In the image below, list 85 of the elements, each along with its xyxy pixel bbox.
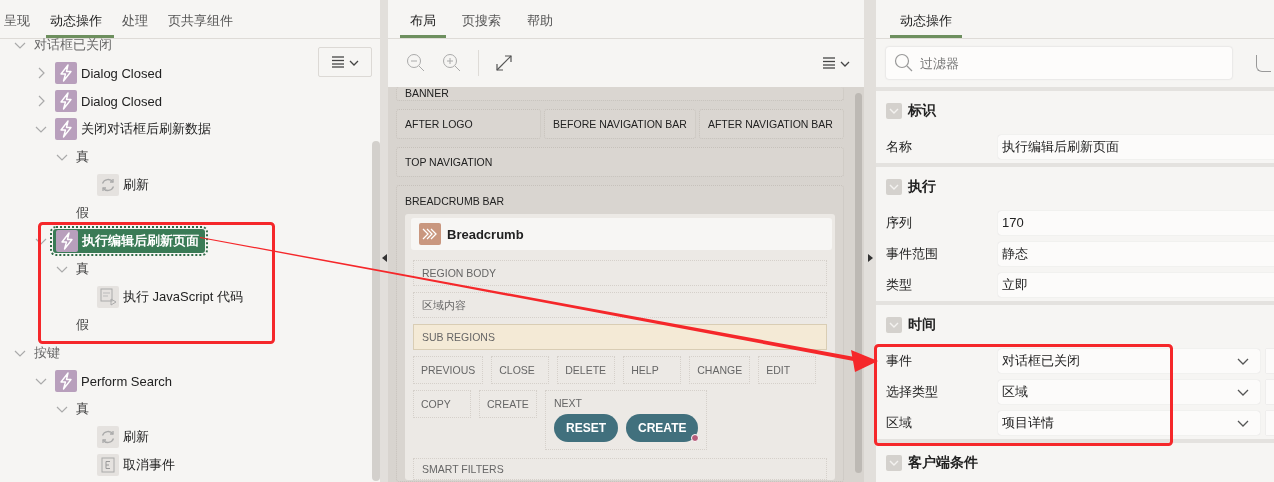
refresh-icon [97,174,119,196]
search-icon [894,53,914,73]
refresh-icon [97,426,119,448]
tree-item[interactable]: Perform Search [53,369,175,393]
pill-button[interactable]: CREATE [626,414,699,442]
filter-field[interactable]: 过滤器 [886,47,1232,79]
expand-icon[interactable] [495,54,513,72]
layout-slot[interactable]: SMART FILTERS [413,458,827,480]
tree-item[interactable]: 按键 [32,341,62,365]
select-field[interactable]: 对话框已关闭 [998,348,1260,373]
field-label: 类型 [886,275,913,294]
tab[interactable]: 帮助 [517,0,563,38]
button-slot: DELETE [557,356,616,384]
button-slot: CLOSE [491,356,550,384]
layout-slot[interactable]: TOP NAVIGATION [396,147,844,177]
scrollbar[interactable] [372,141,380,481]
button-slot[interactable]: NEXT RESET CREATE [545,390,708,450]
select-field[interactable]: 项目详情 [998,410,1260,435]
lightning-icon [56,230,78,252]
tree-item[interactable]: 执行 JavaScript 代码 [95,285,245,309]
zoom-in-icon[interactable] [442,53,462,73]
tree-item[interactable]: 关闭对话框后刷新数据 [53,117,213,141]
view-menu-button[interactable] [822,54,850,72]
breadcrumb-icon [419,223,441,245]
tab[interactable]: 页共享组件 [164,0,245,38]
field-label: 事件 [886,351,913,370]
region-card[interactable]: Breadcrumb REGION BODY 区域内容 SUB REGIONS PREVIOUS CLOSE DELETE HELP CHANGE EDIT COPY CREATE NEXT RESET CREATE SMART FILTERS [405,214,835,480]
container-label: BREADCRUMB BAR [405,194,506,208]
button-slot: CREATE [479,390,537,418]
menu-icon [822,54,850,72]
text-field[interactable]: 170 [998,210,1274,235]
tab[interactable]: 动态操作 [46,0,114,38]
tree-item[interactable]: 执行编辑后刷新页面 [53,229,205,253]
slot-label: NEXT [554,397,583,409]
field-label: 名称 [886,137,913,156]
field-label: 区域 [886,413,913,432]
layout-slot[interactable]: BANNER [396,87,844,101]
zoom-out-icon[interactable] [406,53,426,73]
tab[interactable]: 页搜索 [452,0,511,38]
text-field[interactable]: 执行编辑后刷新页面 [998,134,1274,159]
layout-slot[interactable]: BEFORE NAVIGATION BAR [544,109,696,139]
scrollbar[interactable] [855,93,862,473]
tree-item[interactable]: 刷新 [95,173,151,197]
field-label: 事件范围 [886,244,939,263]
section-title: 执行 [908,178,936,196]
lightning-icon [55,90,77,112]
tab[interactable]: 处理 [118,0,160,38]
layout-slot[interactable]: REGION BODY [413,260,827,286]
section-title: 时间 [908,316,936,334]
tree-item[interactable]: Dialog Closed [53,89,164,113]
button-slot: PREVIOUS [413,356,484,384]
tree-item[interactable]: 刷新 [95,425,151,449]
layout-slot[interactable]: AFTER LOGO [396,109,542,139]
tree-item[interactable]: 假 [74,313,91,337]
menu-icon [331,53,359,71]
text-field[interactable]: 立即 [998,272,1274,297]
tab[interactable]: 动态操作 [890,0,962,38]
select-field[interactable]: 区域 [998,379,1260,404]
button-slot: COPY [413,390,471,418]
layout-slot[interactable]: 区域内容 [413,292,827,318]
field-label: 选择类型 [886,382,939,401]
tree-item[interactable]: 假 [74,201,91,225]
script-file-icon [97,286,119,308]
tree-item[interactable]: 取消事件 [95,453,177,477]
region-header[interactable]: Breadcrumb [411,218,832,250]
section-title: 标识 [908,102,936,120]
lightning-icon [55,118,77,140]
field-label: 序列 [886,213,913,232]
button-slot: EDIT [758,356,817,384]
button-slot: HELP [623,356,682,384]
text-field[interactable]: 静态 [998,241,1274,266]
button-slot: CHANGE [689,356,751,384]
tree-item[interactable]: 真 [74,257,91,281]
lightning-icon [55,370,77,392]
tree-item[interactable]: Dialog Closed [53,61,164,85]
pill-button[interactable]: RESET [554,414,618,442]
tree-item[interactable]: 真 [74,397,91,421]
layout-slot[interactable]: SUB REGIONS [413,324,827,350]
layout-container[interactable]: BREADCRUMB BAR Breadcrumb REGION BODY 区域内容 SUB REGIONS PREVIOUS CLOSE DELETE HELP CHANGE EDIT COPY CREATE NEXT RESET CREATE SMART FILTERS [396,185,844,482]
section-title: 客户端条件 [908,454,978,472]
layout-slot[interactable]: AFTER NAVIGATION BAR [698,109,844,139]
tree-item[interactable]: 真 [74,145,91,169]
lightning-icon [55,62,77,84]
letter-e-icon [97,454,119,476]
region-title: Breadcrumb [447,226,524,242]
